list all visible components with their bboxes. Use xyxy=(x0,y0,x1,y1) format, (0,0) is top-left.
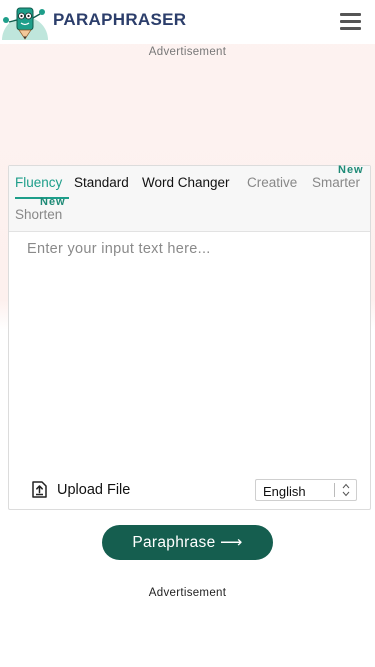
upload-file-label: Upload File xyxy=(57,482,131,498)
paraphrase-button[interactable]: Paraphrase ⟶ xyxy=(102,525,273,560)
brand-name[interactable]: PARAPHRASER xyxy=(53,10,186,30)
upload-file-icon xyxy=(32,481,47,498)
language-select[interactable]: English xyxy=(255,479,357,501)
tab-creative[interactable]: Creative xyxy=(247,175,297,190)
top-header: PARAPHRASER xyxy=(0,0,375,44)
select-divider xyxy=(334,483,335,497)
tab-word-changer[interactable]: Word Changer xyxy=(142,175,230,190)
page: PARAPHRASER Advertisement Fluency Standa… xyxy=(0,0,375,667)
tab-standard[interactable]: Standard xyxy=(74,175,129,190)
tab-shorten[interactable]: Shorten xyxy=(15,207,62,222)
tab-fluency[interactable]: Fluency xyxy=(15,175,62,190)
tab-smarter[interactable]: Smarter xyxy=(312,175,360,190)
language-selected-value: English xyxy=(263,484,306,499)
select-arrows-icon xyxy=(342,483,350,497)
pencil-mascot-icon[interactable] xyxy=(0,0,50,42)
paraphrase-tool-card: Fluency Standard Word Changer Creative N… xyxy=(8,164,371,510)
hamburger-menu-icon[interactable] xyxy=(340,13,361,30)
input-text-area[interactable] xyxy=(9,233,370,473)
advertisement-label-bottom: Advertisement xyxy=(148,587,227,599)
advertisement-label-top: Advertisement xyxy=(148,46,227,58)
mode-tabs: Fluency Standard Word Changer Creative N… xyxy=(9,164,370,232)
